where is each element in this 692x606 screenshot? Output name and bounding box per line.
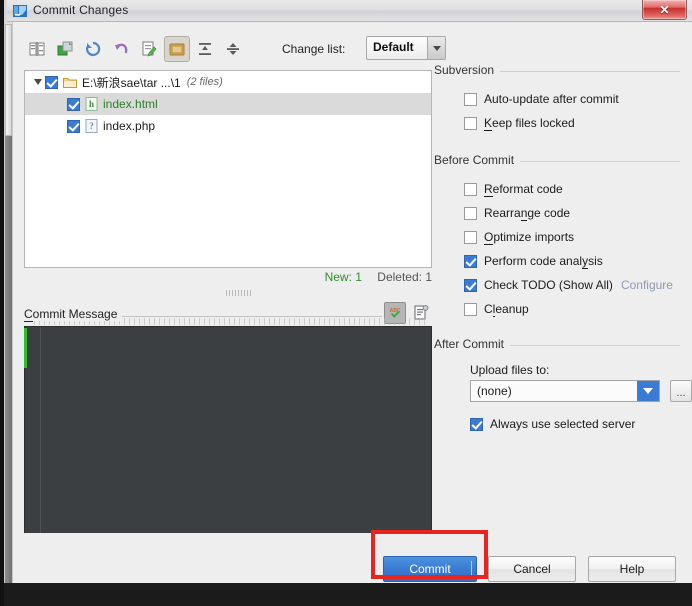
commit-message-label: Commit Message [24,307,123,322]
optimize-imports-label: Optimize imports [484,230,575,245]
keep-files-locked-checkbox[interactable]: Keep files locked [464,114,575,132]
after-commit-group-title: After Commit [434,337,511,351]
title-bar: Commit Changes ✕ [0,0,692,22]
help-button[interactable]: Help [588,556,676,582]
commit-changes-dialog: Commit Changes ✕ Change list: Default E:… [0,0,692,606]
show-diff-icon[interactable] [24,36,50,62]
chevron-down-icon [643,388,653,394]
checkbox-box [464,302,477,316]
checkbox-box [464,230,477,244]
svg-text:ABC: ABC [390,308,401,314]
checkbox-box [464,182,477,196]
root-checkbox[interactable] [45,75,58,89]
svg-text:?: ? [89,121,94,131]
checkbox-box [464,92,477,106]
checkbox-box [464,116,477,130]
edit-source-icon[interactable] [136,36,162,62]
desktop-background-bottom [0,583,692,606]
reformat-code-label: Reformat code [484,182,563,197]
new-count-label: New: 1 [324,270,362,284]
deleted-count-label: Deleted: 1 [377,270,432,284]
group-by-directory-icon[interactable] [164,36,190,62]
upload-files-to-label: Upload files to: [470,363,550,377]
checkbox-box [464,206,477,220]
index-html-checkbox[interactable] [67,97,80,111]
configure-todo-link[interactable]: Configure [621,278,673,292]
move-to-changelist-icon[interactable] [52,36,78,62]
outer-scrollbar-lower[interactable] [5,136,12,583]
before-commit-group-divider [514,161,680,162]
cleanup-checkbox[interactable]: Cleanup [464,300,529,318]
checkbox-box [464,278,477,292]
checkbox-box [464,254,477,268]
always-use-selected-server-label: Always use selected server [490,417,636,431]
editor-caret-marker [24,328,27,368]
folder-icon [63,76,77,89]
always-use-selected-server-checkbox[interactable]: Always use selected server [470,415,635,433]
commit-button-highlight [371,530,488,579]
changelist-label: Change list: [282,42,346,56]
revert-icon[interactable] [108,36,134,62]
auto-update-after-commit-checkbox[interactable]: Auto-update after commit [464,90,619,108]
tree-row-root[interactable]: E:\新浪sae\tar ...\1 (2 files) [25,71,431,93]
root-file-count: (2 files) [186,76,223,88]
tree-row-index-php[interactable]: ? index.php [25,115,431,137]
commit-message-input[interactable] [24,326,432,534]
expand-all-icon[interactable] [192,36,218,62]
changelist-value: Default [373,40,414,54]
cleanup-label: Cleanup [484,302,529,317]
check-todo-checkbox[interactable]: Check TODO (Show All) Configure [464,276,673,294]
after-commit-group-divider [508,345,680,346]
tree-row-index-html[interactable]: h index.html [25,93,431,115]
index-php-label: index.php [103,119,156,133]
keep-files-locked-label: Keep files locked [484,116,575,131]
subversion-group-title: Subversion [434,63,501,77]
perform-code-analysis-label: Perform code analysis [484,254,603,269]
editor-gutter-divider [40,327,41,533]
rearrange-code-checkbox[interactable]: Rearrange code [464,204,570,222]
commit-options-panel: Subversion Auto-update after commit Keep… [434,22,692,522]
chevron-down-icon [34,79,42,85]
upload-server-combobox[interactable]: (none) [470,380,660,402]
root-path-label: E:\新浪sae\tar ...\1 [82,75,181,90]
refresh-icon[interactable] [80,36,106,62]
close-button[interactable]: ✕ [642,0,687,20]
reformat-code-checkbox[interactable]: Reformat code [464,180,563,198]
change-counts: New: 1 Deleted: 1 [24,270,432,288]
php-file-icon: ? [85,119,98,133]
index-html-label: index.html [103,97,158,111]
close-icon: ✕ [659,2,670,17]
changes-toolbar: Change list: Default [24,36,446,64]
cancel-button[interactable]: Cancel [488,556,576,582]
svg-text:h: h [89,99,94,109]
dialog-content: Change list: Default E:\新浪sae\tar ...\1 … [16,22,692,583]
collapse-all-icon[interactable] [220,36,246,62]
expand-toggle-root[interactable] [31,79,45,85]
auto-update-after-commit-label: Auto-update after commit [484,92,619,106]
subversion-group-divider [498,71,680,72]
index-php-checkbox[interactable] [67,119,80,133]
html-file-icon: h [85,97,98,111]
desktop-background-left [0,0,4,606]
changed-files-tree[interactable]: E:\新浪sae\tar ...\1 (2 files) h index.htm… [24,70,432,268]
optimize-imports-checkbox[interactable]: Optimize imports [464,228,574,246]
upload-server-value: (none) [477,384,512,398]
outer-scrollbar-thumb[interactable] [5,24,12,136]
browse-servers-button[interactable]: ... [670,380,692,402]
vertical-splitter-handle[interactable] [226,290,252,296]
checkbox-box [470,417,483,431]
check-todo-label: Check TODO (Show All) [484,278,613,292]
perform-code-analysis-checkbox[interactable]: Perform code analysis [464,252,603,270]
upload-dropdown-arrow[interactable] [637,381,659,401]
idea-app-icon [12,3,28,19]
rearrange-code-label: Rearrange code [484,206,571,221]
window-title: Commit Changes [33,3,129,17]
before-commit-group-title: Before Commit [434,153,521,167]
